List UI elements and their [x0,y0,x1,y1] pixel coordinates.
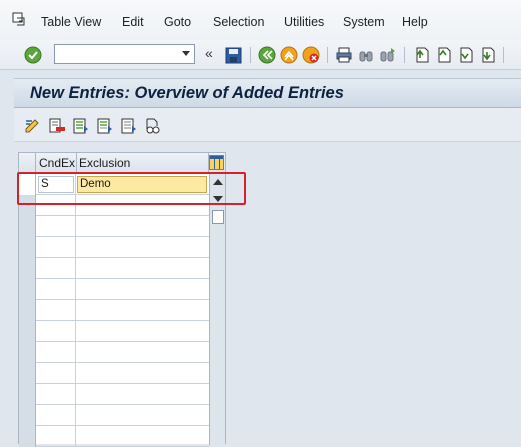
exclusion-cell[interactable] [76,258,209,279]
table-row [19,216,209,237]
table-row [19,405,209,426]
enter-icon[interactable] [23,45,43,65]
change-display-icon[interactable] [24,117,42,135]
cndex-cell[interactable] [36,279,76,300]
first-page-icon[interactable] [412,45,432,65]
scroll-up-icon[interactable] [213,179,223,185]
table-row [19,321,209,342]
deselect-all-icon[interactable] [120,117,138,135]
cndex-cell[interactable] [36,216,76,237]
menu-table-view[interactable]: Table View [41,15,101,29]
print-icon[interactable] [334,45,354,65]
menu-system[interactable]: System [343,15,385,29]
row-selector[interactable] [19,405,36,426]
find-next-icon[interactable] [378,45,398,65]
table-row [19,195,209,216]
cndex-cell[interactable] [36,321,76,342]
menu-selection[interactable]: Selection [213,15,264,29]
cndex-cell[interactable] [36,195,76,216]
delete-icon[interactable] [48,117,66,135]
cancel-icon[interactable] [301,45,321,65]
exclusion-cell[interactable] [76,405,209,426]
table-header: CndEx Exclusion [19,153,225,173]
save-icon[interactable] [223,45,243,65]
collapse-command-icon[interactable]: « [205,45,213,61]
table-row [19,363,209,384]
table-control: CndEx Exclusion S Demo [18,152,226,447]
previous-page-icon[interactable] [434,45,454,65]
scroll-down-icon[interactable] [213,196,223,202]
command-input[interactable] [55,45,175,63]
menu-goto[interactable]: Goto [164,15,191,29]
next-page-icon[interactable] [456,45,476,65]
table-row [19,237,209,258]
row-selector[interactable] [19,363,36,384]
exclusion-cell[interactable] [76,279,209,300]
table-settings-icon[interactable] [209,155,224,170]
exclusion-cell[interactable] [76,195,209,216]
row-selector[interactable] [19,342,36,363]
variables-icon[interactable] [144,117,162,135]
cndex-cell[interactable] [36,258,76,279]
row-selector[interactable] [19,237,36,258]
toolbar-separator [327,47,328,63]
row-selector[interactable] [19,258,36,279]
table-row [19,258,209,279]
toolbar-separator [503,47,504,63]
toolbar-separator [404,47,405,63]
scrollbar-thumb[interactable] [212,210,224,224]
exclusion-cell[interactable] [76,321,209,342]
select-all-rows-button[interactable] [19,153,36,173]
toolbar-separator [250,47,251,63]
table-row [19,342,209,363]
row-selector[interactable] [19,384,36,405]
cndex-cell[interactable] [36,384,76,405]
table-row [19,279,209,300]
table-row [19,384,209,405]
row-selector[interactable] [19,174,36,195]
menu-bar: Table View Edit Goto Selection Utilities… [0,0,521,40]
row-selector[interactable] [19,195,36,216]
row-selector[interactable] [19,216,36,237]
column-header-cndex[interactable]: CndEx [39,156,75,170]
cndex-cell[interactable] [36,300,76,321]
back-icon[interactable] [257,45,277,65]
table-row [19,300,209,321]
menu-utilities[interactable]: Utilities [284,15,324,29]
chevron-down-icon[interactable] [182,51,190,56]
command-field[interactable] [54,44,195,64]
exclusion-cell[interactable] [76,300,209,321]
menu-edit[interactable]: Edit [122,15,144,29]
exclusion-cell: Demo [76,174,209,195]
vertical-scrollbar[interactable] [209,174,225,445]
exit-icon[interactable] [279,45,299,65]
title-bar: New Entries: Overview of Added Entries [14,78,521,108]
cndex-cell[interactable] [36,363,76,384]
cndex-cell[interactable] [36,405,76,426]
select-block-icon[interactable] [96,117,114,135]
exclusion-input[interactable]: Demo [77,176,207,193]
last-page-icon[interactable] [478,45,498,65]
exclusion-cell[interactable] [76,216,209,237]
select-all-icon[interactable] [72,117,90,135]
exclusion-cell[interactable] [76,384,209,405]
column-header-exclusion[interactable]: Exclusion [79,156,130,170]
row-selector[interactable] [19,321,36,342]
cndex-cell[interactable] [36,342,76,363]
system-menu-icon[interactable] [12,12,26,26]
cndex-input[interactable]: S [38,176,74,193]
column-divider[interactable] [76,153,77,173]
page-title: New Entries: Overview of Added Entries [30,84,344,102]
cndex-cell[interactable] [36,237,76,258]
find-icon[interactable] [356,45,376,65]
exclusion-cell[interactable] [76,363,209,384]
cndex-cell: S [36,174,76,195]
exclusion-cell[interactable] [76,342,209,363]
row-selector[interactable] [19,300,36,321]
table-row: S Demo [19,174,209,195]
row-selector[interactable] [19,279,36,300]
menu-help[interactable]: Help [402,15,428,29]
exclusion-cell[interactable] [76,237,209,258]
application-toolbar [14,108,521,142]
